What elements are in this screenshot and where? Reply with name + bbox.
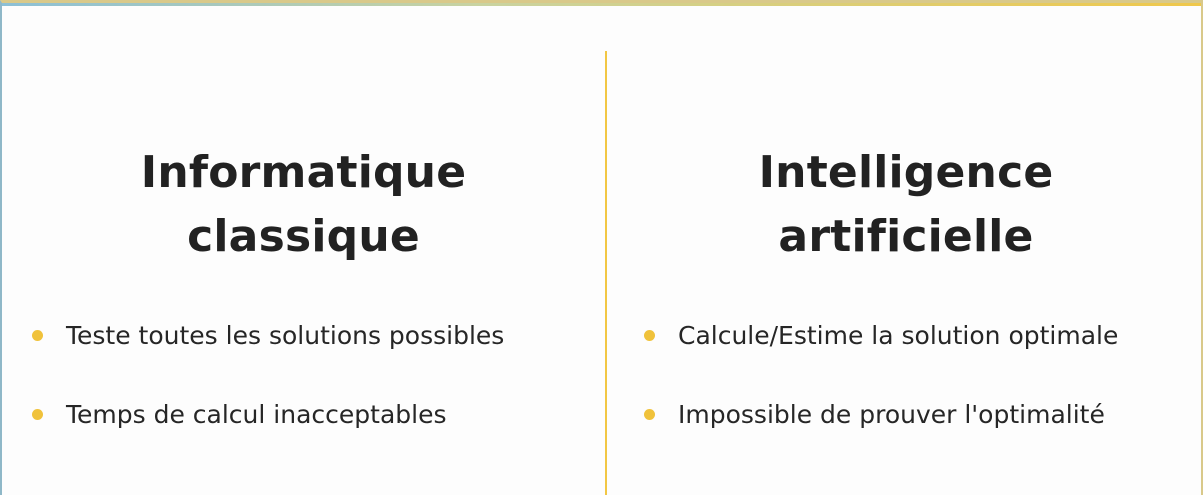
classic-computing-column: Informatique classique Teste toutes les … <box>2 3 605 495</box>
list-item: Teste toutes les solutions possibles <box>30 314 504 358</box>
artificial-intelligence-heading: Intelligence artificielle <box>607 141 1201 269</box>
bullet-dot-icon <box>32 409 43 420</box>
list-item: Impossible de prouver l'optimalité <box>642 393 1118 437</box>
classic-computing-heading: Informatique classique <box>2 141 605 269</box>
heading-line: classique <box>187 211 420 262</box>
list-item-text: Impossible de prouver l'optimalité <box>678 400 1105 429</box>
list-item: Calcule/Estime la solution optimale <box>642 314 1118 358</box>
bullet-dot-icon <box>644 409 655 420</box>
list-item: Temps de calcul inacceptables <box>30 393 504 437</box>
comparison-slide: Informatique classique Teste toutes les … <box>0 0 1203 495</box>
heading-line: artificielle <box>778 211 1034 262</box>
bullet-dot-icon <box>32 330 43 341</box>
classic-computing-list: Teste toutes les solutions possibles Tem… <box>30 314 504 472</box>
list-item-text: Calcule/Estime la solution optimale <box>678 321 1119 350</box>
bullet-dot-icon <box>644 330 655 341</box>
heading-line: Informatique <box>140 147 467 198</box>
artificial-intelligence-column: Intelligence artificielle Calcule/Estime… <box>607 3 1201 495</box>
list-item-text: Temps de calcul inacceptables <box>66 400 447 429</box>
artificial-intelligence-list: Calcule/Estime la solution optimale Impo… <box>642 314 1118 472</box>
heading-line: Intelligence <box>758 147 1054 198</box>
list-item-text: Teste toutes les solutions possibles <box>66 321 505 350</box>
